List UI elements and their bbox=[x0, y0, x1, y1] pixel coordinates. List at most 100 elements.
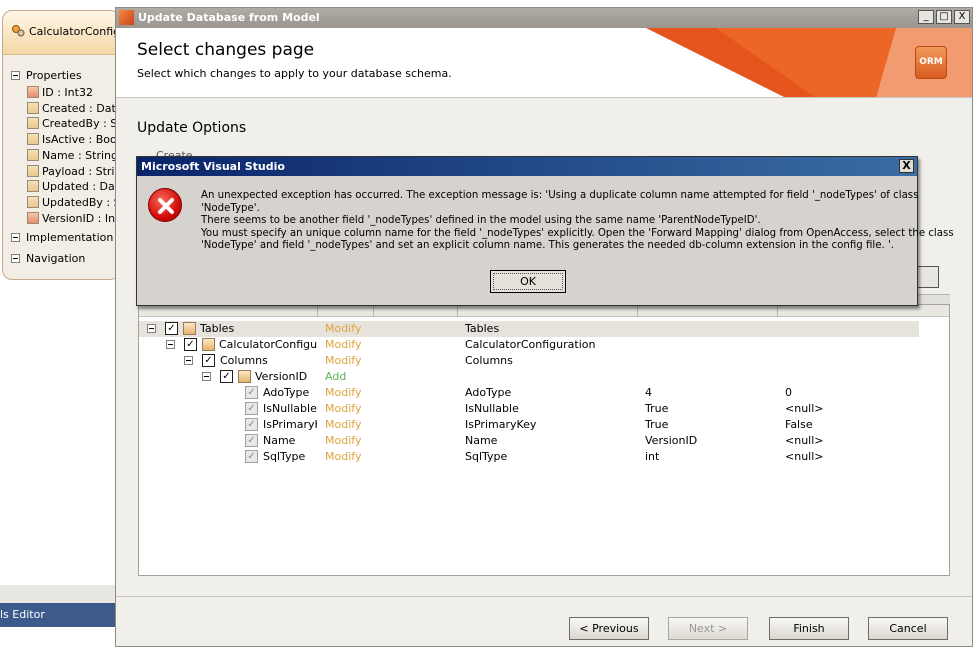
row-new-value: int bbox=[645, 450, 660, 463]
collapse-icon[interactable] bbox=[166, 340, 175, 349]
tree-row[interactable]: ✓ AdoType Modify AdoType 4 0 bbox=[139, 385, 919, 401]
minimize-button[interactable]: _ bbox=[918, 10, 934, 24]
row-target: IsPrimaryKey bbox=[465, 418, 537, 431]
tree-row[interactable]: ✓ Tables Modify Tables bbox=[139, 321, 919, 337]
property-item[interactable]: Name : String bbox=[27, 148, 123, 164]
error-icon bbox=[148, 188, 182, 222]
collapse-icon[interactable] bbox=[147, 324, 156, 333]
row-action: Modify bbox=[325, 354, 362, 367]
tables-icon bbox=[183, 322, 196, 335]
row-name: VersionID bbox=[255, 370, 308, 383]
dialog-titlebar[interactable]: Microsoft Visual Studio X bbox=[137, 157, 917, 176]
finish-button[interactable]: Finish bbox=[769, 617, 849, 640]
row-checkbox: ✓ bbox=[245, 450, 258, 463]
update-options-label: Update Options bbox=[137, 120, 247, 136]
property-label: VersionID : Int32 bbox=[42, 211, 123, 225]
collapse-icon[interactable] bbox=[11, 71, 20, 80]
row-checkbox: ✓ bbox=[245, 434, 258, 447]
row-old-value: 0 bbox=[785, 386, 792, 399]
ok-button[interactable]: OK bbox=[490, 270, 566, 293]
property-item[interactable]: VersionID : Int32 bbox=[27, 211, 123, 227]
row-old-value: <null> bbox=[785, 402, 824, 415]
section-label: Properties bbox=[26, 69, 82, 82]
row-name: IsNullable bbox=[263, 402, 317, 415]
row-new-value: 4 bbox=[645, 386, 652, 399]
app-icon bbox=[119, 10, 134, 25]
error-message-line: 'NodeType'. bbox=[201, 202, 260, 214]
implementation-section[interactable]: Implementation bbox=[11, 231, 113, 247]
property-item[interactable]: ID : Int32 bbox=[27, 86, 123, 101]
collapse-icon[interactable] bbox=[184, 356, 193, 365]
property-icon bbox=[27, 101, 39, 114]
entity-header[interactable]: CalculatorConfig... bbox=[3, 11, 131, 55]
property-item[interactable]: UpdatedBy : String bbox=[27, 195, 123, 211]
row-action: Add bbox=[325, 370, 347, 383]
row-checkbox[interactable]: ✓ bbox=[165, 322, 178, 335]
wizard-titlebar[interactable]: Update Database from Model _ □ X bbox=[116, 8, 972, 28]
row-name: Columns bbox=[220, 354, 268, 367]
entity-shape[interactable]: CalculatorConfig... Properties ID : Int3… bbox=[2, 10, 131, 280]
row-name: Name bbox=[263, 434, 296, 447]
tree-row[interactable]: ✓ VersionID Add bbox=[139, 369, 919, 385]
row-name: Tables bbox=[200, 322, 235, 335]
property-label: Payload : String bbox=[42, 164, 123, 178]
row-target: Name bbox=[465, 434, 498, 447]
section-label: Navigation bbox=[26, 252, 86, 265]
editor-tab-label: ls Editor bbox=[0, 608, 45, 621]
row-checkbox: ✓ bbox=[245, 418, 258, 431]
orm-logo-icon: ORM bbox=[915, 46, 947, 79]
property-icon bbox=[27, 195, 39, 208]
entity-icon bbox=[12, 25, 25, 37]
key-property-icon bbox=[27, 211, 39, 224]
tree-row[interactable]: ✓ Columns Modify Columns bbox=[139, 353, 919, 369]
cancel-button[interactable]: Cancel bbox=[868, 617, 948, 640]
tree-row[interactable]: ✓ Name Modify Name VersionID <null> bbox=[139, 433, 919, 449]
property-label: UpdatedBy : String bbox=[42, 195, 123, 209]
next-button[interactable]: Next > bbox=[668, 617, 748, 640]
collapse-icon[interactable] bbox=[11, 254, 20, 263]
tree-row[interactable]: ✓ IsNullable Modify IsNullable True <null> bbox=[139, 401, 919, 417]
row-new-value: True bbox=[645, 402, 669, 415]
property-item[interactable]: CreatedBy : String bbox=[27, 117, 123, 132]
collapse-icon[interactable] bbox=[11, 233, 20, 242]
property-item[interactable]: Payload : String bbox=[27, 164, 123, 180]
row-target: CalculatorConfiguration bbox=[465, 338, 596, 351]
collapse-icon[interactable] bbox=[202, 372, 211, 381]
row-checkbox[interactable]: ✓ bbox=[202, 354, 215, 367]
options-button[interactable] bbox=[917, 266, 939, 288]
dialog-close-button[interactable]: X bbox=[899, 159, 914, 173]
dialog-title: Microsoft Visual Studio bbox=[141, 160, 285, 173]
maximize-button[interactable]: □ bbox=[936, 10, 952, 24]
tree-row[interactable]: ✓ SqlType Modify SqlType int <null> bbox=[139, 449, 919, 465]
error-message-line: An unexpected exception has occurred. Th… bbox=[201, 190, 919, 201]
editor-tab[interactable]: ls Editor bbox=[0, 603, 116, 627]
tree-row[interactable]: ✓ IsPrimaryKey Modify IsPrimaryKey True False bbox=[139, 417, 919, 433]
row-name: CalculatorConfiguration bbox=[219, 338, 317, 351]
page-title: Select changes page bbox=[137, 40, 315, 60]
property-item[interactable]: IsActive : Boolean bbox=[27, 133, 123, 148]
previous-button[interactable]: < Previous bbox=[569, 617, 649, 640]
property-label: Name : String bbox=[42, 148, 118, 162]
update-database-wizard: Update Database from Model _ □ X Select … bbox=[115, 7, 973, 647]
property-item[interactable]: Updated : DateTime bbox=[27, 180, 123, 195]
changes-tree-grid[interactable]: ✓TablesModifyTables✓CalculatorConfigurat… bbox=[138, 304, 950, 576]
tree-row[interactable]: ✓ CalculatorConfiguration Modify Calculator… bbox=[139, 337, 919, 353]
properties-section[interactable]: Properties bbox=[11, 69, 82, 85]
error-message-line: You must specify an unique column name f… bbox=[201, 227, 954, 239]
property-item[interactable]: Created : DateTime bbox=[27, 101, 123, 117]
error-message: An unexpected exception has occurred. Th… bbox=[201, 190, 954, 253]
wizard-title: Update Database from Model bbox=[138, 11, 320, 24]
row-old-value: <null> bbox=[785, 434, 824, 447]
row-checkbox: ✓ bbox=[245, 386, 258, 399]
row-target: Tables bbox=[465, 322, 500, 335]
property-label: CreatedBy : String bbox=[42, 117, 123, 131]
row-name: SqlType bbox=[263, 450, 306, 463]
row-checkbox[interactable]: ✓ bbox=[184, 338, 197, 351]
property-icon bbox=[27, 180, 39, 193]
error-dialog: Microsoft Visual Studio X An unexpected … bbox=[136, 156, 954, 306]
navigation-section[interactable]: Navigation bbox=[11, 252, 85, 268]
close-button[interactable]: X bbox=[954, 10, 970, 24]
wizard-banner: Select changes page Select which changes… bbox=[116, 28, 972, 98]
row-checkbox[interactable]: ✓ bbox=[220, 370, 233, 383]
row-target: SqlType bbox=[465, 450, 508, 463]
